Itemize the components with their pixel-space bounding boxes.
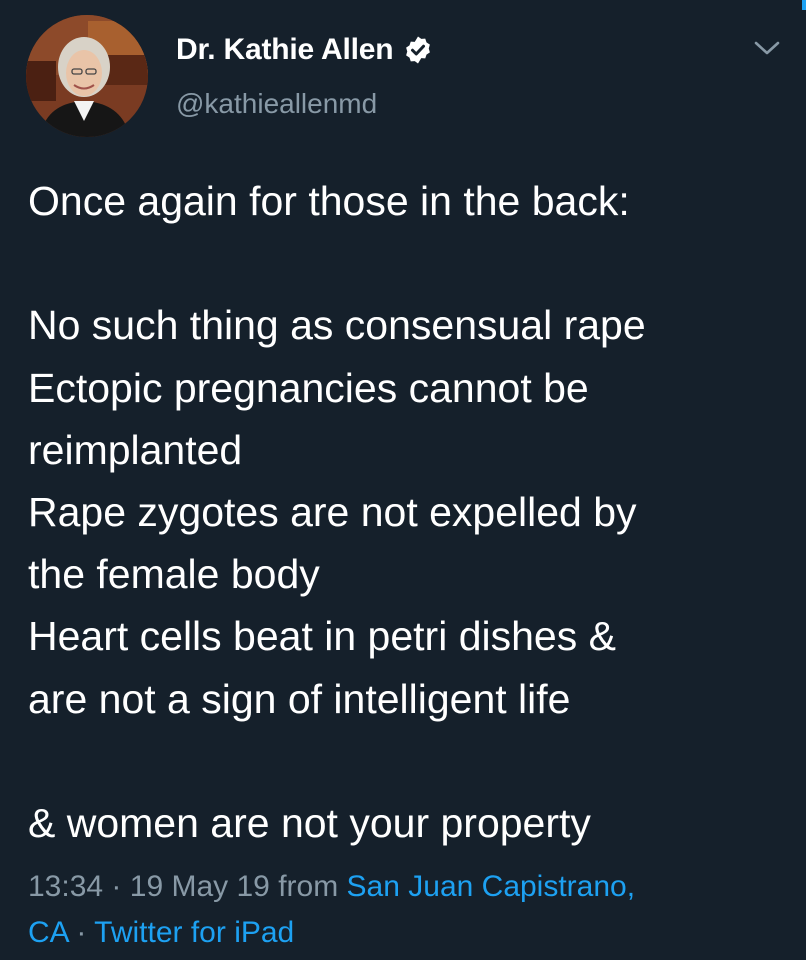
verified-badge-icon — [406, 36, 431, 64]
author-name-row[interactable]: Dr. Kathie Allen — [176, 30, 433, 70]
tweet-line: No such thing as consensual rape — [28, 302, 646, 349]
location-link[interactable]: San Juan Capistrano, — [347, 870, 636, 903]
chevron-down-icon[interactable] — [750, 34, 784, 62]
meta-separator: · — [76, 916, 87, 949]
location-link-continued[interactable]: CA — [28, 916, 68, 949]
meta-line-2: CA · Twitter for iPad — [28, 910, 798, 956]
top-accent — [802, 0, 806, 10]
tweet-line: Heart cells beat in petri dishes & — [28, 613, 616, 660]
tweet-text: Once again for those in the back: No suc… — [28, 170, 798, 854]
tweet-date[interactable]: 19 May 19 — [130, 870, 270, 903]
tweet-line: & women are not your property — [28, 799, 591, 846]
meta-line-1: 13:34 · 19 May 19 from San Juan Capistra… — [28, 864, 798, 910]
meta-separator: · — [111, 870, 122, 903]
tweet-line: Rape zygotes are not expelled by — [28, 488, 637, 535]
tweet-line: Ectopic pregnancies cannot be — [28, 364, 589, 411]
from-label: from — [278, 870, 339, 903]
author-handle[interactable]: @kathieallenmd — [176, 88, 377, 120]
tweet-line: are not a sign of intelligent life — [28, 675, 571, 722]
avatar[interactable] — [26, 15, 148, 137]
source-link[interactable]: Twitter for iPad — [94, 916, 294, 949]
tweet-card: Dr. Kathie Allen @kathieallenmd Once aga… — [0, 0, 806, 960]
display-name[interactable]: Dr. Kathie Allen — [176, 33, 394, 67]
tweet-line: Once again for those in the back: — [28, 178, 630, 224]
tweet-time[interactable]: 13:34 — [28, 870, 103, 903]
tweet-line: the female body — [28, 551, 320, 598]
profile-photo-icon — [26, 15, 148, 137]
tweet-line: reimplanted — [28, 426, 243, 473]
tweet-meta: 13:34 · 19 May 19 from San Juan Capistra… — [28, 864, 798, 956]
